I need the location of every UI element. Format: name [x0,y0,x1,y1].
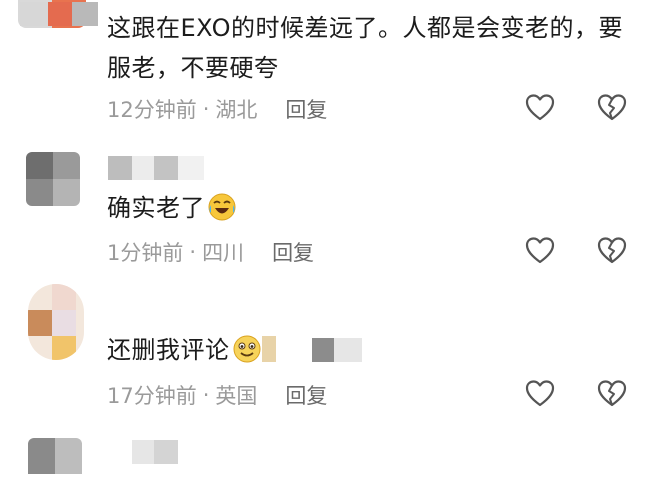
username[interactable] [108,440,178,464]
comment-text: 确实老了 [107,188,637,228]
redacted-mention [311,334,362,374]
avatar[interactable] [26,152,80,206]
reply-button[interactable]: 回复 [285,380,327,410]
reply-button[interactable]: 回复 [285,94,327,124]
broken-heart-icon[interactable] [597,93,627,123]
comment-meta: 12分钟前 · 湖北 回复 [107,94,327,124]
comment-time: 12分钟前 [107,98,197,122]
comment-text-content: 确实老了 [107,194,205,222]
heart-outline-icon[interactable] [525,93,555,123]
username[interactable] [20,2,98,26]
username[interactable] [108,156,204,180]
avatar[interactable] [28,284,84,360]
laughing-crying-emoji [208,193,236,221]
comment-time: 1分钟前 [107,241,184,265]
comment-meta: 17分钟前 · 英国 回复 [107,380,327,410]
comment-location: 湖北 [215,98,258,122]
comment-location: 四川 [202,241,245,265]
smiling-emoji [233,335,260,363]
reply-button[interactable]: 回复 [272,237,314,267]
heart-outline-icon[interactable] [525,379,555,409]
comment-text: 这跟在EXO的时候差远了。人都是会变老的，要服老，不要硬夸 [107,14,623,82]
comment-meta: 1分钟前 · 四川 回复 [107,237,314,267]
comment-text: 还删我评论 [107,330,637,374]
broken-heart-icon[interactable] [597,379,627,409]
meta-separator: · [202,97,210,121]
avatar[interactable] [28,438,82,492]
broken-heart-icon[interactable] [597,236,627,266]
comment-time: 17分钟前 [107,384,197,408]
heart-outline-icon[interactable] [525,236,555,266]
comment-text-content: 还删我评论 [107,336,230,364]
meta-separator: · [202,383,210,407]
meta-separator: · [189,240,197,264]
comment-location: 英国 [215,384,258,408]
